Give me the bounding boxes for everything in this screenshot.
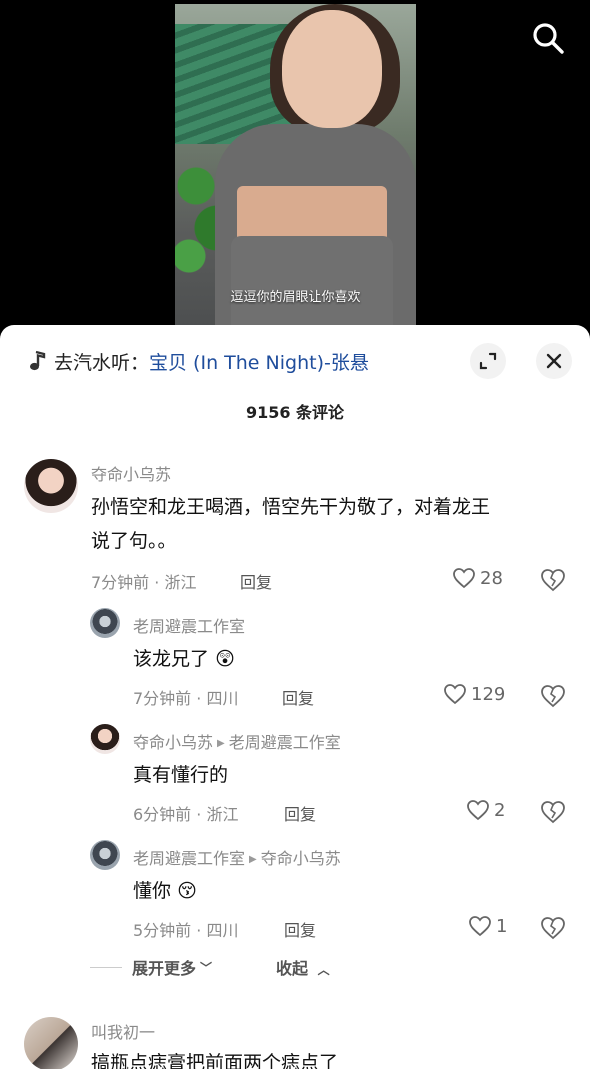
heart-icon <box>469 916 491 937</box>
reply-text-content: 懂你 <box>133 880 172 902</box>
music-prefix: 去汽水听： <box>54 351 150 374</box>
comment-text: 搞瓶点痣膏把前面两个痣点了 <box>91 1052 339 1069</box>
divider <box>90 966 122 968</box>
avatar[interactable] <box>90 724 120 754</box>
chevron-up-icon: ︿ <box>317 963 330 977</box>
expand-icon <box>479 352 497 370</box>
reply-username[interactable]: 老周避震工作室 <box>133 613 245 637</box>
close-icon <box>546 353 562 369</box>
reply-target[interactable]: 老周避震工作室 <box>229 733 341 752</box>
reply-meta: 7分钟前 · 四川 <box>133 689 239 708</box>
emoji-surprised: 😲 <box>215 648 235 670</box>
music-link[interactable]: 去汽水听： 宝贝 (In The Night)-张悬 <box>28 347 369 375</box>
heart-icon <box>444 684 466 705</box>
avatar[interactable] <box>24 459 78 513</box>
video-frame[interactable]: 逗逗你的眉眼让你喜欢 <box>175 4 416 326</box>
like-button[interactable]: 129 <box>443 683 505 705</box>
search-icon <box>533 23 564 54</box>
collapse-label: 收起 <box>276 959 309 978</box>
reply-meta: 6分钟前 · 浙江 <box>133 805 239 824</box>
expand-more-label: 展开更多 <box>132 959 197 978</box>
comment-meta: 7分钟前 · 浙江 <box>91 573 197 592</box>
heart-icon <box>467 800 489 821</box>
dislike-button[interactable] <box>540 684 566 708</box>
reply-text: 该龙兄了 😲 <box>133 643 235 676</box>
collapse-button[interactable]: 收起 ︿ <box>276 955 330 979</box>
comment-text-line1: 孙悟空和龙王喝酒，悟空先干为敬了，对着龙王 <box>91 496 491 518</box>
like-count: 129 <box>471 683 506 705</box>
comment-sheet: 去汽水听： 宝贝 (In The Night)-张悬 9156 条评论 夺命小乌… <box>0 325 590 1069</box>
dislike-button[interactable] <box>540 800 566 824</box>
reply-text: 懂你 😚 <box>133 875 197 908</box>
heart-icon <box>453 568 475 589</box>
music-note-icon <box>30 350 46 371</box>
music-song-title[interactable]: 宝贝 (In The Night)-张悬 <box>149 348 369 375</box>
dislike-button[interactable] <box>540 568 566 592</box>
reply-button[interactable]: 回复 <box>284 801 316 825</box>
reply-button[interactable]: 回复 <box>282 685 314 709</box>
reply-author[interactable]: 老周避震工作室 <box>133 849 245 868</box>
reply-target[interactable]: 夺命小乌苏 <box>261 849 341 868</box>
emoji-kiss: 😚 <box>177 880 197 902</box>
chevron-down-icon: ﹀ <box>200 960 213 975</box>
video-subtitle: 逗逗你的眉眼让你喜欢 <box>230 290 361 305</box>
expand-more-button[interactable]: 展开更多 ﹀ <box>90 955 212 979</box>
avatar[interactable] <box>90 608 120 638</box>
like-button[interactable]: 1 <box>468 915 507 937</box>
comment-username[interactable]: 夺命小乌苏 <box>91 461 171 485</box>
reply-meta: 5分钟前 · 四川 <box>133 921 239 940</box>
expand-button[interactable] <box>470 343 506 379</box>
like-button[interactable]: 28 <box>452 567 503 589</box>
reply-arrow-icon: ▶ <box>217 738 225 749</box>
search-button[interactable] <box>530 20 566 56</box>
reply-username[interactable]: 夺命小乌苏 ▶ 老周避震工作室 <box>133 729 341 753</box>
reply-author[interactable]: 夺命小乌苏 <box>133 733 213 752</box>
broken-heart-icon <box>541 917 565 940</box>
like-count: 28 <box>480 567 503 589</box>
reply-arrow-icon: ▶ <box>249 854 257 865</box>
video-player[interactable]: 逗逗你的眉眼让你喜欢 <box>0 0 590 326</box>
avatar[interactable] <box>24 1017 78 1069</box>
broken-heart-icon <box>541 685 565 708</box>
reply-text-content: 该龙兄了 <box>133 648 210 670</box>
reply-text: 真有懂行的 <box>133 764 229 786</box>
like-count: 2 <box>494 799 506 821</box>
like-count: 1 <box>496 915 508 937</box>
comment-text-line2: 说了句。。 <box>91 530 177 552</box>
reply-username[interactable]: 老周避震工作室 ▶ 夺命小乌苏 <box>133 845 341 869</box>
person-face <box>282 10 382 128</box>
avatar[interactable] <box>90 840 120 870</box>
reply-button[interactable]: 回复 <box>284 917 316 941</box>
broken-heart-icon <box>541 801 565 824</box>
comment-username[interactable]: 叫我初一 <box>91 1019 155 1043</box>
like-button[interactable]: 2 <box>466 799 505 821</box>
close-button[interactable] <box>536 343 572 379</box>
reply-button[interactable]: 回复 <box>240 569 272 593</box>
person-top <box>231 236 393 326</box>
dislike-button[interactable] <box>540 916 566 940</box>
comment-count: 9156 条评论 <box>245 403 345 422</box>
broken-heart-icon <box>541 569 565 592</box>
